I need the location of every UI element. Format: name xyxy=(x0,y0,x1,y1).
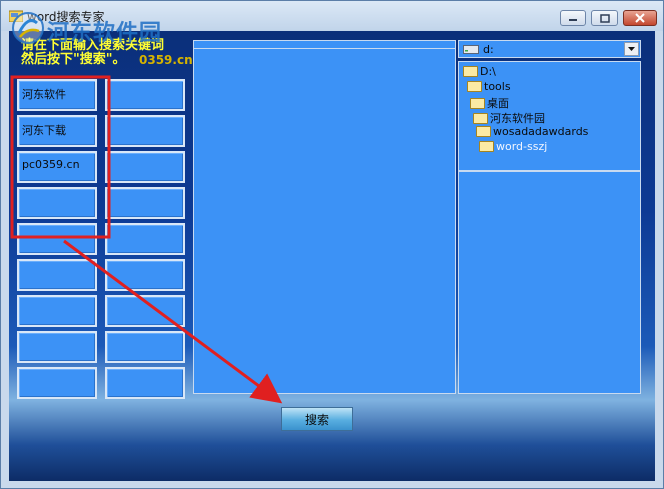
keyword-input-2[interactable] xyxy=(105,79,185,111)
tree-item-wosadadawdards[interactable]: wosadadawdards xyxy=(476,125,588,138)
tree-item-root[interactable]: D:\ xyxy=(463,65,496,78)
folder-open-icon xyxy=(467,81,482,92)
minimize-icon xyxy=(569,19,577,21)
chevron-down-icon xyxy=(628,47,635,51)
close-icon xyxy=(635,13,645,23)
keyword-input-3-value: 河东下载 xyxy=(22,124,66,137)
maximize-icon xyxy=(599,13,610,23)
keyword-input-16[interactable] xyxy=(105,331,185,363)
keyword-input-1-value: 河东软件 xyxy=(22,88,66,101)
tree-item-hedong[interactable]: 河东软件园 xyxy=(473,110,545,126)
keyword-input-8[interactable] xyxy=(105,187,185,219)
tree-item-label: wosadadawdards xyxy=(493,125,589,138)
tree-item-label: tools xyxy=(484,80,511,93)
folder-open-icon xyxy=(470,97,485,109)
window-title: word搜索专家 xyxy=(27,10,105,24)
keyword-input-13[interactable] xyxy=(17,295,97,327)
instruction-text: 请在下面输入搜索关键词 然后按下"搜索"。 xyxy=(21,39,164,67)
folder-open-icon xyxy=(473,112,488,124)
keyword-input-14[interactable] xyxy=(105,295,185,327)
keyword-input-5[interactable]: pc0359.cn xyxy=(17,151,97,183)
keyword-input-11[interactable] xyxy=(17,259,97,291)
tree-item-label: 河东软件园 xyxy=(490,112,545,125)
keyword-input-12[interactable] xyxy=(105,259,185,291)
keyword-input-9[interactable] xyxy=(17,223,97,255)
keyword-input-17[interactable] xyxy=(17,367,97,399)
keyword-input-3[interactable]: 河东下载 xyxy=(17,115,97,147)
tree-item-label: 桌面 xyxy=(487,97,509,110)
keyword-input-15[interactable] xyxy=(17,331,97,363)
keyword-input-1[interactable]: 河东软件 xyxy=(17,79,97,111)
app-icon xyxy=(9,10,23,22)
keyword-input-4[interactable] xyxy=(105,115,185,147)
tree-item-tools[interactable]: tools xyxy=(467,80,511,93)
title-bar[interactable]: word搜索专家 xyxy=(1,1,663,31)
folder-open-icon xyxy=(463,66,478,77)
app-window: word搜索专家 请在下面输入搜索关键词 然后按下"搜索"。 河东软件 河东下载… xyxy=(0,0,664,489)
keyword-input-10[interactable] xyxy=(105,223,185,255)
folder-tree[interactable]: D:\ tools 桌面 河东软件园 wosadadawdards word-s… xyxy=(458,61,641,171)
folder-open-icon xyxy=(479,141,494,152)
tree-item-label: D:\ xyxy=(480,65,496,78)
instruction-line-2: 然后按下"搜索"。 xyxy=(21,52,126,67)
keyword-input-18[interactable] xyxy=(105,367,185,399)
drive-dropdown-button[interactable] xyxy=(624,42,639,56)
instruction-line-1: 请在下面输入搜索关键词 xyxy=(21,38,165,53)
keyword-input-7[interactable] xyxy=(17,187,97,219)
drive-select[interactable]: d: xyxy=(458,40,641,58)
tree-item-word-sszj[interactable]: word-sszj xyxy=(479,140,547,153)
keyword-input-5-value: pc0359.cn xyxy=(22,158,80,171)
file-list[interactable] xyxy=(458,171,641,394)
tree-item-desktop[interactable]: 桌面 xyxy=(470,95,509,111)
search-button[interactable]: 搜索 xyxy=(281,407,353,431)
close-button[interactable] xyxy=(623,10,657,26)
results-list[interactable] xyxy=(193,40,456,394)
tree-item-label: word-sszj xyxy=(496,140,548,153)
main-area: 请在下面输入搜索关键词 然后按下"搜索"。 河东软件 河东下载 pc0359.c… xyxy=(9,31,655,481)
folder-open-icon xyxy=(476,126,491,137)
drive-select-value: d: xyxy=(483,43,494,56)
drive-icon xyxy=(463,45,479,54)
results-list-header xyxy=(194,41,455,49)
maximize-button[interactable] xyxy=(591,10,618,26)
minimize-button[interactable] xyxy=(560,10,586,26)
keyword-input-6[interactable] xyxy=(105,151,185,183)
